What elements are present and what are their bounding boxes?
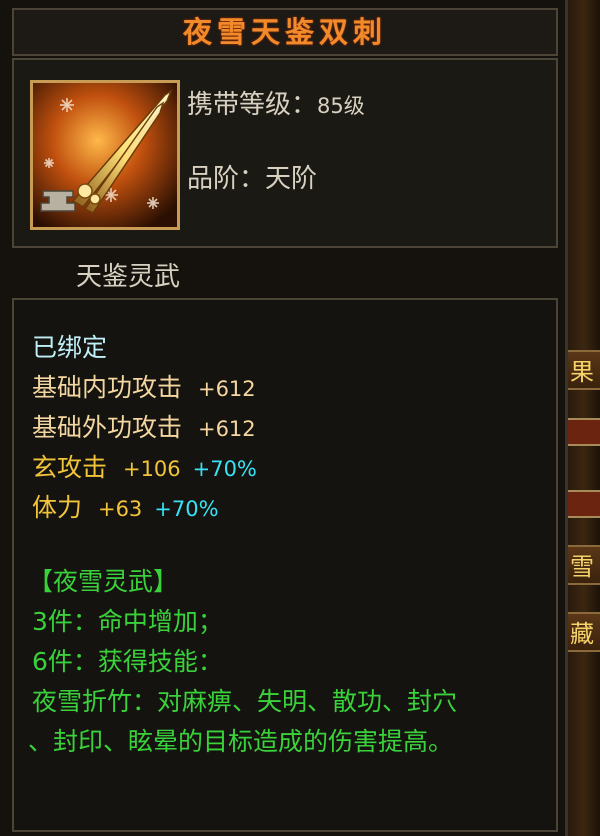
stat-bonus: +70% [154,497,219,521]
set-bonus-3: 3件：命中增加； [32,607,223,636]
carry-level-value: 85级 [317,94,365,118]
item-stats-box: 已绑定 基础内功攻击 +612 基础外功攻击 +612 玄攻击 +106 +70… [12,298,558,832]
stat-value: +612 [197,377,256,401]
item-icon-frame[interactable] [30,80,180,230]
twin-blade-icon [33,83,177,227]
stat-bonus: +70% [192,457,257,481]
item-name: 夜雪天鉴双刺 [182,15,387,49]
stat-label: 体力 [32,493,83,522]
set-skill-line-1: 夜雪折竹：对麻痹、失明、散功、封穴 [32,687,458,716]
set-skill-line-2: 、封印、眩晕的目标造成的伤害提高。 [28,727,454,756]
background-tab: 雪技 [568,545,600,585]
stat-label: 基础内功攻击 [32,373,183,402]
carry-level-label: 携带等级： [187,90,318,120]
item-tooltip: 夜雪天鉴双刺 携带等级：85级 品阶：天阶 天鉴灵武 已绑定 基础内功攻击 +6… [0,0,568,836]
item-grade-label: 品阶： [187,164,266,194]
stat-value: +612 [197,417,256,441]
carry-level: 携带等级：85级 [187,84,365,121]
stat-value: +106 [122,457,181,481]
stat-outer-attack: 基础外功攻击 +612 [32,408,256,444]
item-title-bar: 夜雪天鉴双刺 [12,8,558,56]
set-bonus-6: 6件：获得技能： [32,647,223,676]
item-grade-value: 天阶 [265,164,318,194]
set-name: 【夜雪灵武】 [28,567,179,596]
stat-stamina: 体力 +63 +70% [32,488,219,524]
item-grade: 品阶：天阶 [187,158,317,195]
stat-label: 玄攻击 [32,453,108,482]
stat-inner-attack: 基础内功攻击 +612 [32,368,256,404]
background-tab: 果 [568,350,600,390]
background-bar [568,418,600,446]
stat-label: 基础外功攻击 [32,413,183,442]
stat-xuan-attack: 玄攻击 +106 +70% [32,448,257,484]
item-info-box: 携带等级：85级 品阶：天阶 [12,58,558,248]
bound-status: 已绑定 [32,333,108,362]
item-category: 天鉴灵武 [76,262,181,292]
background-tab: 藏 [568,612,600,652]
stat-value: +63 [97,497,143,521]
background-bar [568,490,600,518]
